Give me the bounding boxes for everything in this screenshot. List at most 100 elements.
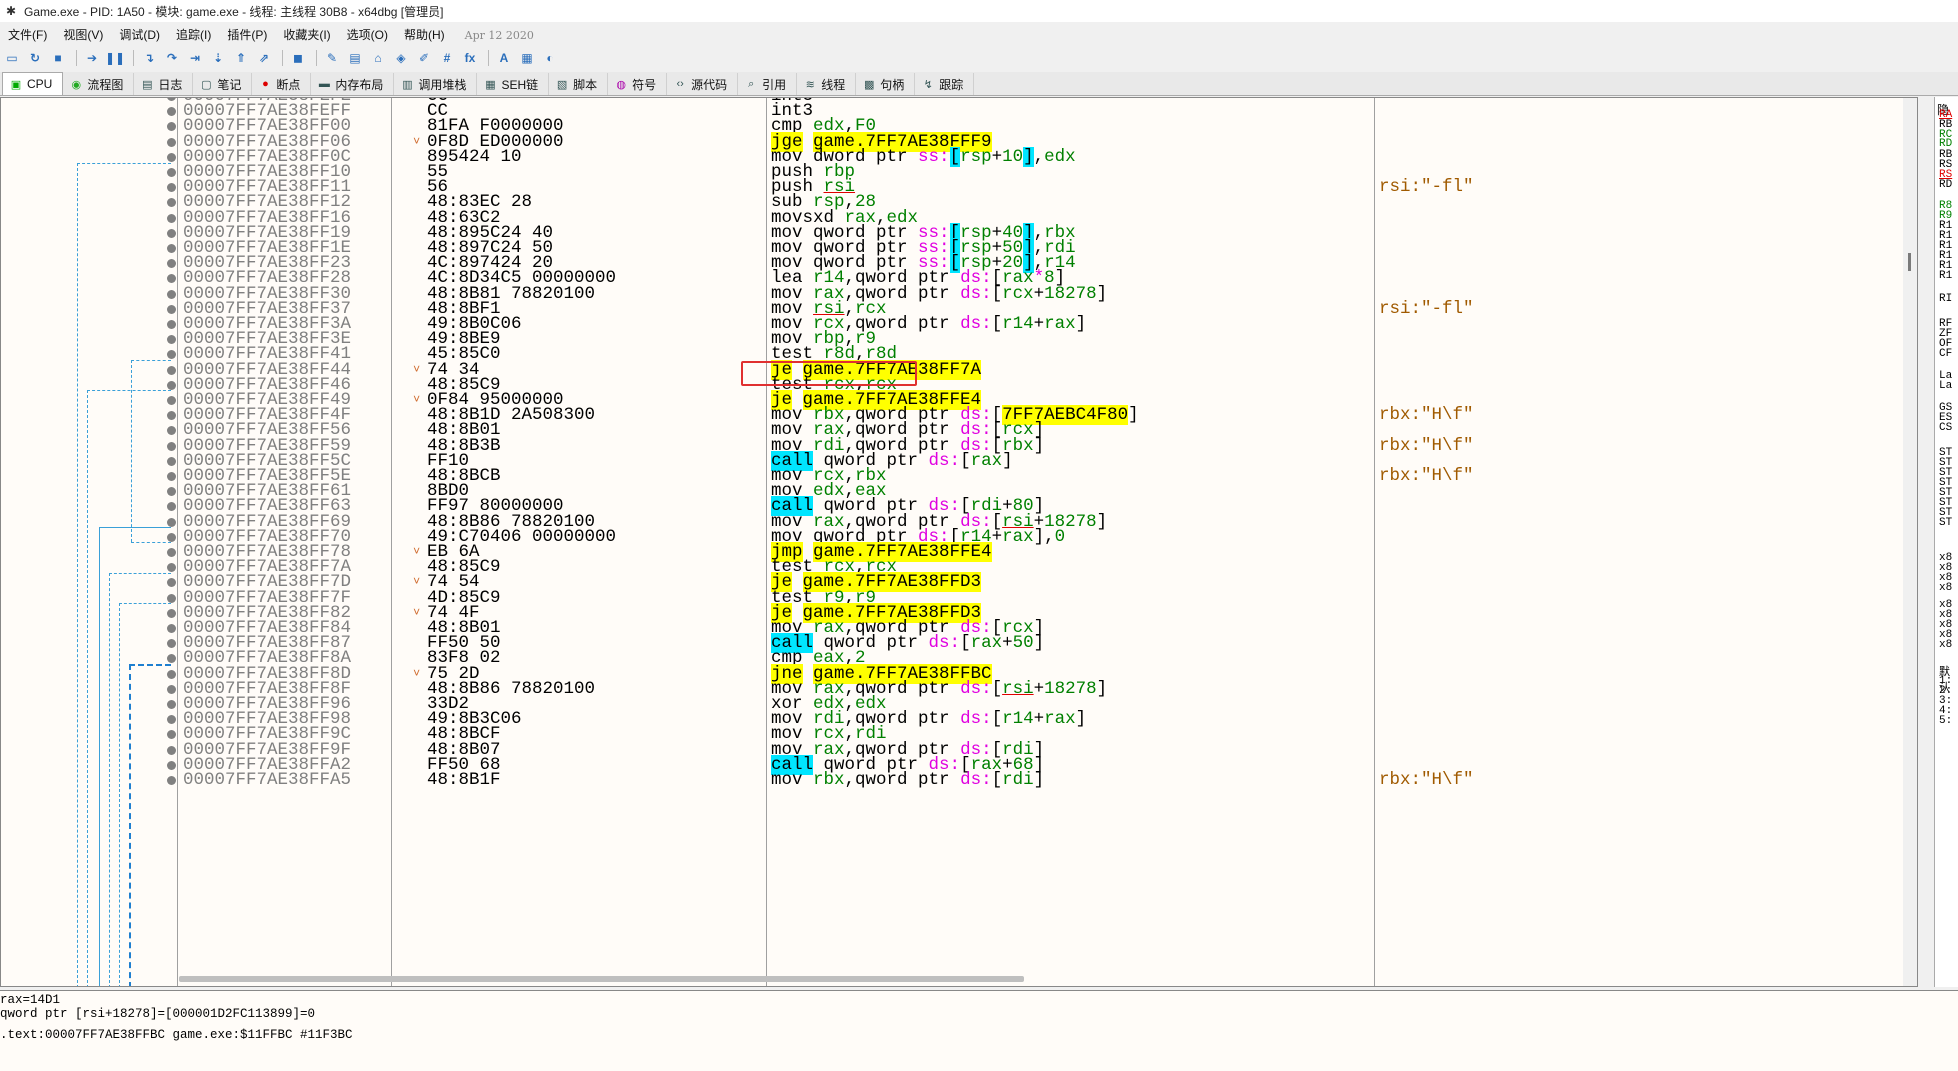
breakpoint-dot[interactable] (167, 365, 176, 375)
register-label[interactable]: ST (1939, 517, 1952, 529)
menu-item[interactable]: 收藏夹(I) (275, 24, 338, 46)
breakpoint-dot[interactable] (167, 426, 176, 436)
tab-call-stack[interactable]: ▥ 调用堆栈 (394, 73, 478, 95)
breakpoint-dot[interactable] (167, 502, 176, 512)
breakpoint-dot[interactable] (167, 168, 176, 177)
tab-handles[interactable]: ▩ 句柄 (856, 73, 916, 95)
run-to-user-code-icon[interactable]: ⇗ (254, 48, 274, 68)
step-into-icon[interactable]: ↴ (139, 48, 159, 68)
patch-icon[interactable]: ✎ (322, 48, 342, 68)
breakpoint-dot[interactable] (167, 487, 176, 497)
breakpoint-dot[interactable] (167, 700, 176, 709)
breakpoint-dot[interactable] (167, 548, 176, 557)
label-icon[interactable]: ⌂ (368, 48, 388, 68)
breakpoint-dot[interactable] (167, 98, 176, 101)
breakpoint-dot[interactable] (167, 715, 176, 725)
scrollbar-thumb[interactable] (1908, 253, 1911, 271)
breakpoint-dot[interactable] (167, 745, 176, 755)
breakpoint-dot[interactable] (167, 760, 176, 770)
menu-item[interactable]: 帮助(H) (396, 24, 453, 46)
menu-item[interactable]: 调试(D) (111, 24, 168, 46)
tab-seh[interactable]: ▦ SEH链 (477, 73, 550, 95)
table-row[interactable]: 00007FF7AE38FFA5 48:8B1F mov rbx,qword ptr… (1, 771, 1916, 790)
breakpoint-dot[interactable] (167, 289, 176, 299)
breakpoint-dot[interactable] (167, 320, 176, 329)
breakpoint-dot[interactable] (167, 684, 176, 694)
breakpoint-dot[interactable] (167, 122, 176, 132)
tab-memory-map[interactable]: ▬ 内存布局 (311, 73, 395, 95)
horizontal-scrollbar[interactable] (179, 976, 1024, 982)
run-icon[interactable]: ➔ (82, 48, 102, 68)
tab-trace[interactable]: ↯ 跟踪 (915, 73, 975, 95)
tab-script[interactable]: ▧ 脚本 (549, 73, 609, 95)
breakpoint-dot[interactable] (167, 593, 176, 603)
tab-source[interactable]: ‹› 源代码 (667, 73, 739, 95)
breakpoint-dot[interactable] (167, 517, 176, 527)
tab-references[interactable]: ⌕ 引用 (738, 73, 798, 95)
menu-item[interactable]: 插件(P) (219, 24, 275, 46)
breakpoint-dot[interactable] (167, 456, 176, 466)
trace-over-icon[interactable]: ⇣ (208, 48, 228, 68)
highlight-icon[interactable]: ✐ (414, 48, 434, 68)
breakpoint-dot[interactable] (167, 335, 176, 345)
registers-panel[interactable]: 隐 RA RB RC RD RB RS RS RD R8 R9 R1 R1 R1 R1 R1 R1 RI RF ZF… (1934, 97, 1958, 987)
breakpoint-dot[interactable] (167, 669, 176, 679)
breakpoint-dot[interactable] (167, 259, 176, 269)
menu-item[interactable]: 文件(F) (0, 24, 55, 46)
breakpoint-dot[interactable] (167, 563, 176, 573)
breakpoint-dot[interactable] (167, 380, 176, 390)
comment-icon[interactable]: ▤ (345, 48, 365, 68)
register-label[interactable]: CF (1939, 348, 1952, 360)
breakpoint-dot[interactable] (167, 776, 176, 785)
open-icon[interactable]: ▭ (2, 48, 22, 68)
tab-log[interactable]: ▤ 日志 (134, 73, 194, 95)
breakpoint-dot[interactable] (167, 411, 176, 421)
trace-into-icon[interactable]: ⇥ (185, 48, 205, 68)
breakpoint-dot[interactable] (167, 152, 176, 162)
register-label[interactable]: RD (1939, 179, 1952, 191)
close-icon[interactable]: ■ (48, 48, 68, 68)
step-over-icon[interactable]: ↷ (162, 48, 182, 68)
breakpoint-dot[interactable] (167, 654, 176, 664)
execute-till-return-icon[interactable]: ⇑ (231, 48, 251, 68)
help-icon[interactable]: ◐ (540, 48, 560, 68)
breakpoint-dot[interactable] (167, 441, 176, 451)
breakpoint-dot[interactable] (167, 350, 176, 360)
disassembly-view[interactable]: 00007FF7AE38FEFECCint300007FF7AE38FEFFCC… (0, 97, 1918, 987)
tab-cpu[interactable]: ▣ CPU (2, 72, 64, 95)
breakpoint-dot[interactable] (167, 624, 176, 633)
breakpoint-dot[interactable] (167, 396, 176, 405)
register-label[interactable]: La (1939, 380, 1952, 392)
breakpoint-dot[interactable] (167, 274, 176, 284)
breakpoint-dot[interactable] (167, 608, 176, 618)
breakpoint-dot[interactable] (167, 472, 176, 481)
register-label[interactable]: x8 (1939, 582, 1952, 594)
vertical-scrollbar[interactable] (1903, 98, 1917, 986)
breakpoint-dot[interactable] (167, 213, 176, 223)
restart-icon[interactable]: ↻ (25, 48, 45, 68)
register-label[interactable]: RI (1939, 293, 1952, 305)
tab-breakpoint[interactable]: ● 断点 (252, 73, 312, 95)
breakpoint-dot[interactable] (167, 639, 176, 649)
tab-symbols[interactable]: ◍ 符号 (608, 73, 668, 95)
scylla-icon[interactable]: ◼ (288, 48, 308, 68)
breakpoint-dot[interactable] (167, 137, 176, 147)
calculator-icon[interactable]: ▦ (517, 48, 537, 68)
bookmark-icon[interactable]: ◈ (391, 48, 411, 68)
tab-graph[interactable]: ◉ 流程图 (63, 73, 135, 95)
register-label[interactable]: CS (1939, 422, 1952, 434)
breakpoint-dot[interactable] (167, 183, 176, 193)
register-label[interactable]: 5: (1939, 715, 1952, 727)
breakpoint-dot[interactable] (167, 107, 176, 117)
breakpoint-dot[interactable] (167, 532, 176, 542)
breakpoint-dot[interactable] (167, 304, 176, 314)
register-label[interactable]: R1 (1939, 270, 1952, 282)
font-icon[interactable]: A (494, 48, 514, 68)
breakpoint-dot[interactable] (167, 578, 176, 588)
function-icon[interactable]: fx (460, 48, 480, 68)
pause-icon[interactable]: ❚❚ (105, 48, 125, 68)
menu-item[interactable]: 视图(V) (55, 24, 111, 46)
breakpoint-dot[interactable] (167, 730, 176, 740)
breakpoint-dot[interactable] (167, 198, 176, 208)
register-label[interactable]: x8 (1939, 639, 1952, 651)
